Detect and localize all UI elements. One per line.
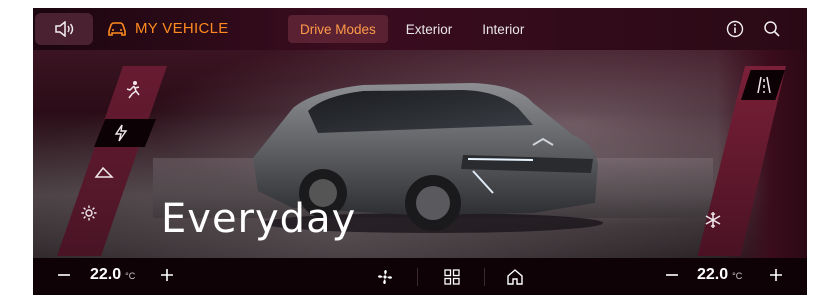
- sound-button[interactable]: [35, 13, 93, 45]
- bottom-divider: [484, 268, 485, 286]
- left-temp-unit: °C: [125, 271, 136, 281]
- fan-icon: [378, 270, 392, 284]
- minus-icon: [666, 274, 678, 276]
- left-temp-decrease-button[interactable]: [53, 264, 75, 286]
- top-bar: MY VEHICLE Drive Modes Exterior Interior: [33, 8, 807, 50]
- plus-icon: [770, 269, 782, 281]
- road-lanes-icon: [757, 76, 771, 94]
- hill-icon: [94, 166, 114, 178]
- home-icon: [507, 269, 523, 285]
- tab-bar: Drive Modes Exterior Interior: [288, 15, 536, 43]
- apps-button[interactable]: [442, 267, 462, 287]
- info-icon: [726, 20, 744, 38]
- left-temp-value: 22.0: [90, 266, 122, 283]
- car-icon: [108, 21, 126, 36]
- mode-hill-button[interactable]: [90, 160, 118, 184]
- fan-button[interactable]: [375, 267, 395, 287]
- mode-everyday-button[interactable]: [107, 121, 135, 145]
- right-temp-decrease-button[interactable]: [661, 264, 683, 286]
- snowflake-icon: [705, 212, 721, 228]
- my-vehicle-label: MY VEHICLE: [135, 20, 229, 37]
- minus-icon: [58, 274, 70, 276]
- terrain-snow-button[interactable]: [699, 208, 727, 232]
- current-drive-mode: Everyday: [161, 196, 357, 242]
- mode-offroad-button[interactable]: [119, 78, 147, 102]
- right-temp-unit: °C: [732, 271, 743, 281]
- search-icon: [764, 21, 780, 37]
- left-temp-increase-button[interactable]: [156, 264, 178, 286]
- search-button[interactable]: [762, 19, 782, 39]
- off-road-person-icon: [126, 81, 140, 99]
- left-temperature: 22.0 °C: [90, 266, 135, 284]
- right-temperature: 22.0 °C: [697, 266, 742, 284]
- tab-drive-modes[interactable]: Drive Modes: [288, 15, 388, 43]
- tab-exterior[interactable]: Exterior: [394, 15, 465, 43]
- right-temp-increase-button[interactable]: [765, 264, 787, 286]
- infotainment-screen: MY VEHICLE Drive Modes Exterior Interior: [33, 8, 807, 295]
- terrain-road-button[interactable]: [750, 73, 778, 97]
- info-button[interactable]: [725, 19, 745, 39]
- tab-interior[interactable]: Interior: [470, 15, 536, 43]
- bottom-divider: [417, 268, 418, 286]
- home-button[interactable]: [505, 267, 525, 287]
- mode-custom-button[interactable]: [75, 201, 103, 225]
- lightning-icon: [114, 124, 128, 142]
- right-temp-value: 22.0: [697, 266, 729, 283]
- grid-icon: [444, 269, 460, 285]
- settings-icon: [81, 205, 97, 221]
- plus-icon: [161, 269, 173, 281]
- my-vehicle-title[interactable]: MY VEHICLE: [107, 20, 229, 37]
- speaker-icon: [55, 21, 74, 37]
- climate-bar: 22.0 °C 22.0 °C: [33, 258, 807, 295]
